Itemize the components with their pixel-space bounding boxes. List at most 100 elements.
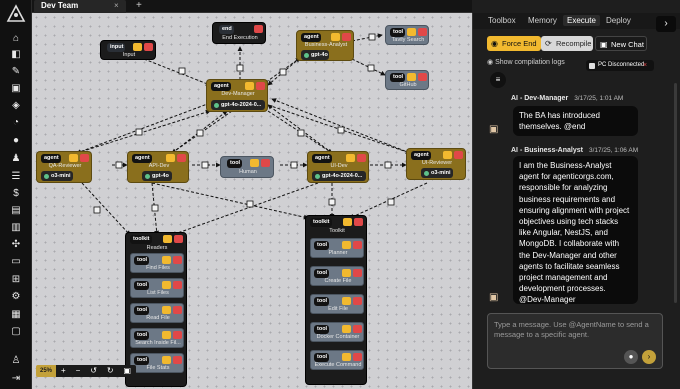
cube-icon[interactable]: ◈ xyxy=(9,99,23,113)
edge-marker[interactable] xyxy=(196,129,204,137)
flow-canvas[interactable]: input Input end End Execution agent Busi… xyxy=(32,13,472,389)
edge[interactable] xyxy=(76,109,211,154)
node-readers-toolkit[interactable]: toolkit Readers tool Find Files tool Lis… xyxy=(125,232,187,387)
tool-list-files[interactable]: tool List Files xyxy=(130,278,184,298)
tools-icon[interactable]: ◧ xyxy=(9,48,23,62)
edge[interactable] xyxy=(151,182,309,220)
delete-button[interactable] xyxy=(256,82,265,90)
redo-button[interactable]: ↻ xyxy=(107,365,114,377)
logout-icon[interactable]: ⇥ xyxy=(9,372,23,386)
tab-close-icon[interactable]: × xyxy=(114,1,119,10)
edge-marker[interactable] xyxy=(384,161,392,169)
edit-button[interactable] xyxy=(245,82,254,90)
edit-button[interactable] xyxy=(162,306,171,314)
edge-marker[interactable] xyxy=(115,161,123,169)
delete-button[interactable] xyxy=(357,154,366,162)
logo-icon[interactable] xyxy=(6,4,26,24)
tool-read-file[interactable]: tool Read File xyxy=(130,303,184,323)
edit-button[interactable] xyxy=(342,353,351,361)
node-dev-manager[interactable]: agent Dev-Manager gpt-4o-2024-0... xyxy=(206,79,268,112)
show-compilation-logs-link[interactable]: ◉ Show compilation logs xyxy=(487,58,565,66)
edit-button[interactable] xyxy=(163,235,172,243)
tab-execute[interactable]: Execute xyxy=(563,15,600,26)
node-input[interactable]: input Input xyxy=(100,40,156,60)
edge-marker[interactable] xyxy=(387,198,395,206)
edit-button[interactable] xyxy=(342,325,351,333)
edit-button[interactable] xyxy=(162,331,171,339)
edge-marker[interactable] xyxy=(328,198,336,206)
puzzle-icon[interactable]: ✣ xyxy=(9,238,23,252)
edit-button[interactable] xyxy=(443,151,452,159)
tool-execute-command[interactable]: tool Execute Command xyxy=(310,350,364,370)
list-icon[interactable]: ☰ xyxy=(9,170,23,184)
people-icon[interactable]: ♟ xyxy=(9,152,23,166)
edit-button[interactable] xyxy=(166,154,175,162)
edit-button[interactable] xyxy=(162,281,171,289)
delete-button[interactable] xyxy=(173,281,182,289)
zoom-out-button[interactable]: − xyxy=(76,365,81,377)
comment-icon[interactable]: ▢ xyxy=(9,325,23,339)
node-business-analyst[interactable]: agent Business-Analyst gpt-4o xyxy=(296,30,354,61)
edit-button[interactable] xyxy=(133,43,142,51)
edge-marker[interactable] xyxy=(368,33,376,41)
force-end-button[interactable]: ◉ Force End xyxy=(487,36,541,51)
edit-button[interactable] xyxy=(162,256,171,264)
new-chat-button[interactable]: ▣ New Chat xyxy=(595,36,647,51)
edge-marker[interactable] xyxy=(151,204,159,212)
home-icon[interactable]: ⌂ xyxy=(9,32,23,46)
node-qa-reviewer[interactable]: agent QA-Reviewer o3-mini xyxy=(36,151,92,183)
tool-search-inside-files[interactable]: tool Search Inside Fil... xyxy=(130,328,184,348)
edge-marker[interactable] xyxy=(93,206,101,214)
recompile-button[interactable]: ⟳ Recompile xyxy=(541,36,593,51)
chart-icon[interactable]: ▦ xyxy=(9,308,23,322)
delete-button[interactable] xyxy=(80,154,89,162)
delete-button[interactable] xyxy=(261,159,270,167)
tab-toolbox[interactable]: Toolbox xyxy=(488,16,516,25)
delete-button[interactable] xyxy=(353,325,362,333)
gear-icon[interactable]: ⚙ xyxy=(9,290,23,304)
delete-button[interactable] xyxy=(418,28,427,36)
undo-button[interactable]: ↺ xyxy=(90,365,97,377)
delete-button[interactable] xyxy=(418,73,427,81)
edit-button[interactable] xyxy=(407,28,416,36)
add-tab-button[interactable]: + xyxy=(136,0,142,11)
wrench-icon[interactable]: ✎ xyxy=(9,65,23,79)
edge[interactable] xyxy=(271,98,411,154)
robot-icon[interactable]: ▣ xyxy=(9,82,23,96)
monitor-icon[interactable]: ▭ xyxy=(9,255,23,269)
tool-docker-container[interactable]: tool Docker Container xyxy=(310,322,364,342)
delete-button[interactable] xyxy=(353,241,362,249)
edit-button[interactable] xyxy=(69,154,78,162)
tool-create-file[interactable]: tool Create File xyxy=(310,266,364,286)
menu-button[interactable]: ≡ xyxy=(490,72,506,88)
dollar-icon[interactable]: $ xyxy=(9,187,23,201)
collapse-panel-button[interactable]: › xyxy=(656,16,676,32)
delete-button[interactable] xyxy=(353,353,362,361)
edge-marker[interactable] xyxy=(367,64,375,72)
zoom-in-button[interactable]: + xyxy=(61,365,66,377)
message-bubbles-icon[interactable]: ● xyxy=(9,134,23,148)
file-icon[interactable]: ▤ xyxy=(9,204,23,218)
edge-marker[interactable] xyxy=(337,126,345,134)
message-input[interactable] xyxy=(488,314,664,370)
grid-icon[interactable]: ⊞ xyxy=(9,273,23,287)
tool-find-files[interactable]: tool Find Files xyxy=(130,253,184,273)
edit-button[interactable] xyxy=(343,218,352,226)
edge-marker[interactable] xyxy=(201,161,209,169)
delete-button[interactable] xyxy=(144,43,153,51)
node-toolkit[interactable]: toolkit Toolkit tool Planner tool Create… xyxy=(305,215,367,385)
tool-file-stats[interactable]: tool File Stats xyxy=(130,353,184,373)
edit-button[interactable] xyxy=(342,297,351,305)
edge[interactable] xyxy=(267,104,333,154)
edit-button[interactable] xyxy=(331,33,340,41)
edge-marker[interactable] xyxy=(297,129,305,137)
edit-button[interactable] xyxy=(342,269,351,277)
node-github[interactable]: tool GitHub xyxy=(385,70,429,90)
edge-marker[interactable] xyxy=(246,200,254,208)
chat-icon[interactable]: ◔ xyxy=(9,116,23,130)
edit-button[interactable] xyxy=(346,154,355,162)
tool-edit-file[interactable]: tool Edit File xyxy=(310,294,364,314)
delete-button[interactable] xyxy=(177,154,186,162)
edge[interactable] xyxy=(143,58,211,86)
microphone-icon[interactable]: ● xyxy=(624,350,638,364)
